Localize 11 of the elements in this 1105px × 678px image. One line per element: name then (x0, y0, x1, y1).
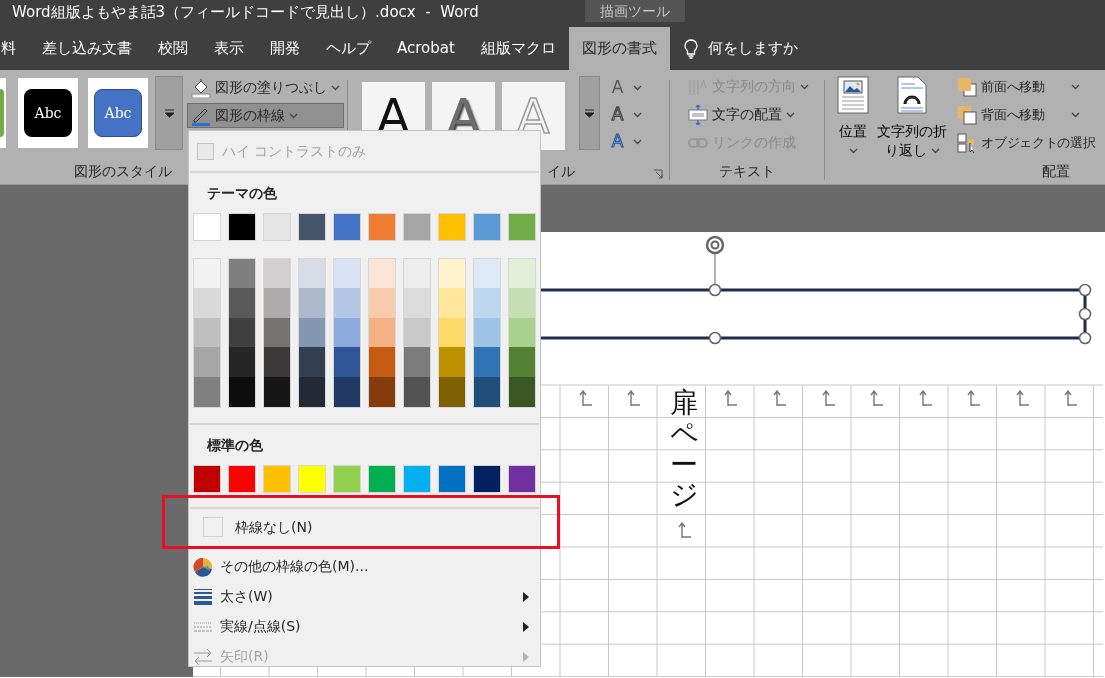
window-title: Word組版よもやま話3（フィールドコードで見出し）.docx - Word (11, 2, 480, 23)
preset-preview: Abc (24, 89, 72, 137)
preset-preview: Abc (94, 89, 142, 137)
section-heading: テーマの色 (206, 184, 278, 203)
group-label: テキスト (718, 162, 777, 181)
vertical-heading-text: 扉ページ (670, 388, 698, 512)
group-label: 配置 (1041, 162, 1071, 181)
group-label: 図形のスタイル (73, 162, 174, 181)
context-tab-label: 描画ツール (585, 0, 685, 22)
group-label: イル (547, 162, 576, 181)
section-heading: 標準の色 (206, 436, 264, 455)
